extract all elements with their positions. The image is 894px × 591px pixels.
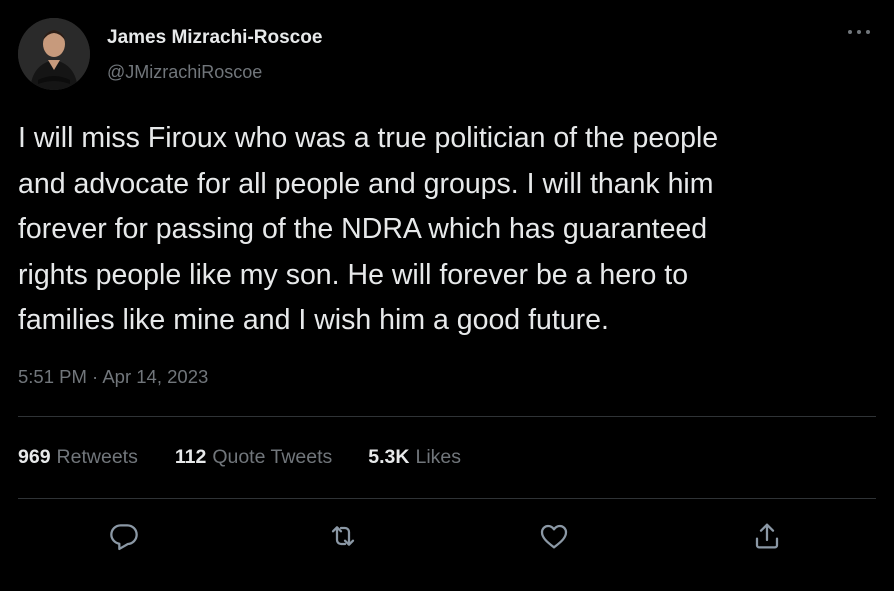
tweet-detail: James Mizrachi-Roscoe @JMizrachiRoscoe I… <box>0 0 894 591</box>
retweet-icon <box>331 526 355 546</box>
tweet-timestamp[interactable]: 5:51 PM · Apr 14, 2023 <box>18 366 208 388</box>
divider <box>18 498 876 499</box>
share-icon <box>755 523 779 549</box>
tweet-text: I will miss Firoux who was a true politi… <box>18 122 719 336</box>
share-button[interactable] <box>749 518 785 554</box>
tweet-time[interactable]: 5:51 PM <box>18 366 87 387</box>
ellipsis-icon <box>848 30 870 34</box>
reply-icon <box>110 524 138 551</box>
quote-tweets-label: Quote Tweets <box>212 446 333 468</box>
avatar[interactable] <box>18 18 90 90</box>
quote-tweets-stat[interactable]: 112 Quote Tweets <box>175 446 332 469</box>
timestamp-separator: · <box>92 366 99 387</box>
quote-tweets-count: 112 <box>174 446 207 468</box>
avatar-portrait-icon <box>18 18 90 90</box>
retweet-button[interactable] <box>325 518 361 554</box>
engagement-stats: 969 Retweets 112 Quote Tweets 5.3K Likes <box>18 446 461 469</box>
retweets-label: Retweets <box>56 446 138 468</box>
retweets-count: 969 <box>18 446 51 468</box>
retweets-stat[interactable]: 969 Retweets <box>18 446 138 469</box>
heart-icon <box>540 524 568 549</box>
tweet-date[interactable]: Apr 14, 2023 <box>102 366 208 387</box>
author-handle[interactable]: @JMizrachiRoscoe <box>107 62 262 83</box>
like-button[interactable] <box>536 518 572 554</box>
likes-count: 5.3K <box>368 446 410 468</box>
more-options-button[interactable] <box>846 22 872 42</box>
likes-stat[interactable]: 5.3K Likes <box>368 446 461 469</box>
reply-button[interactable] <box>106 518 142 554</box>
divider <box>18 416 876 417</box>
likes-label: Likes <box>415 446 462 468</box>
author-display-name[interactable]: James Mizrachi-Roscoe <box>107 27 322 49</box>
